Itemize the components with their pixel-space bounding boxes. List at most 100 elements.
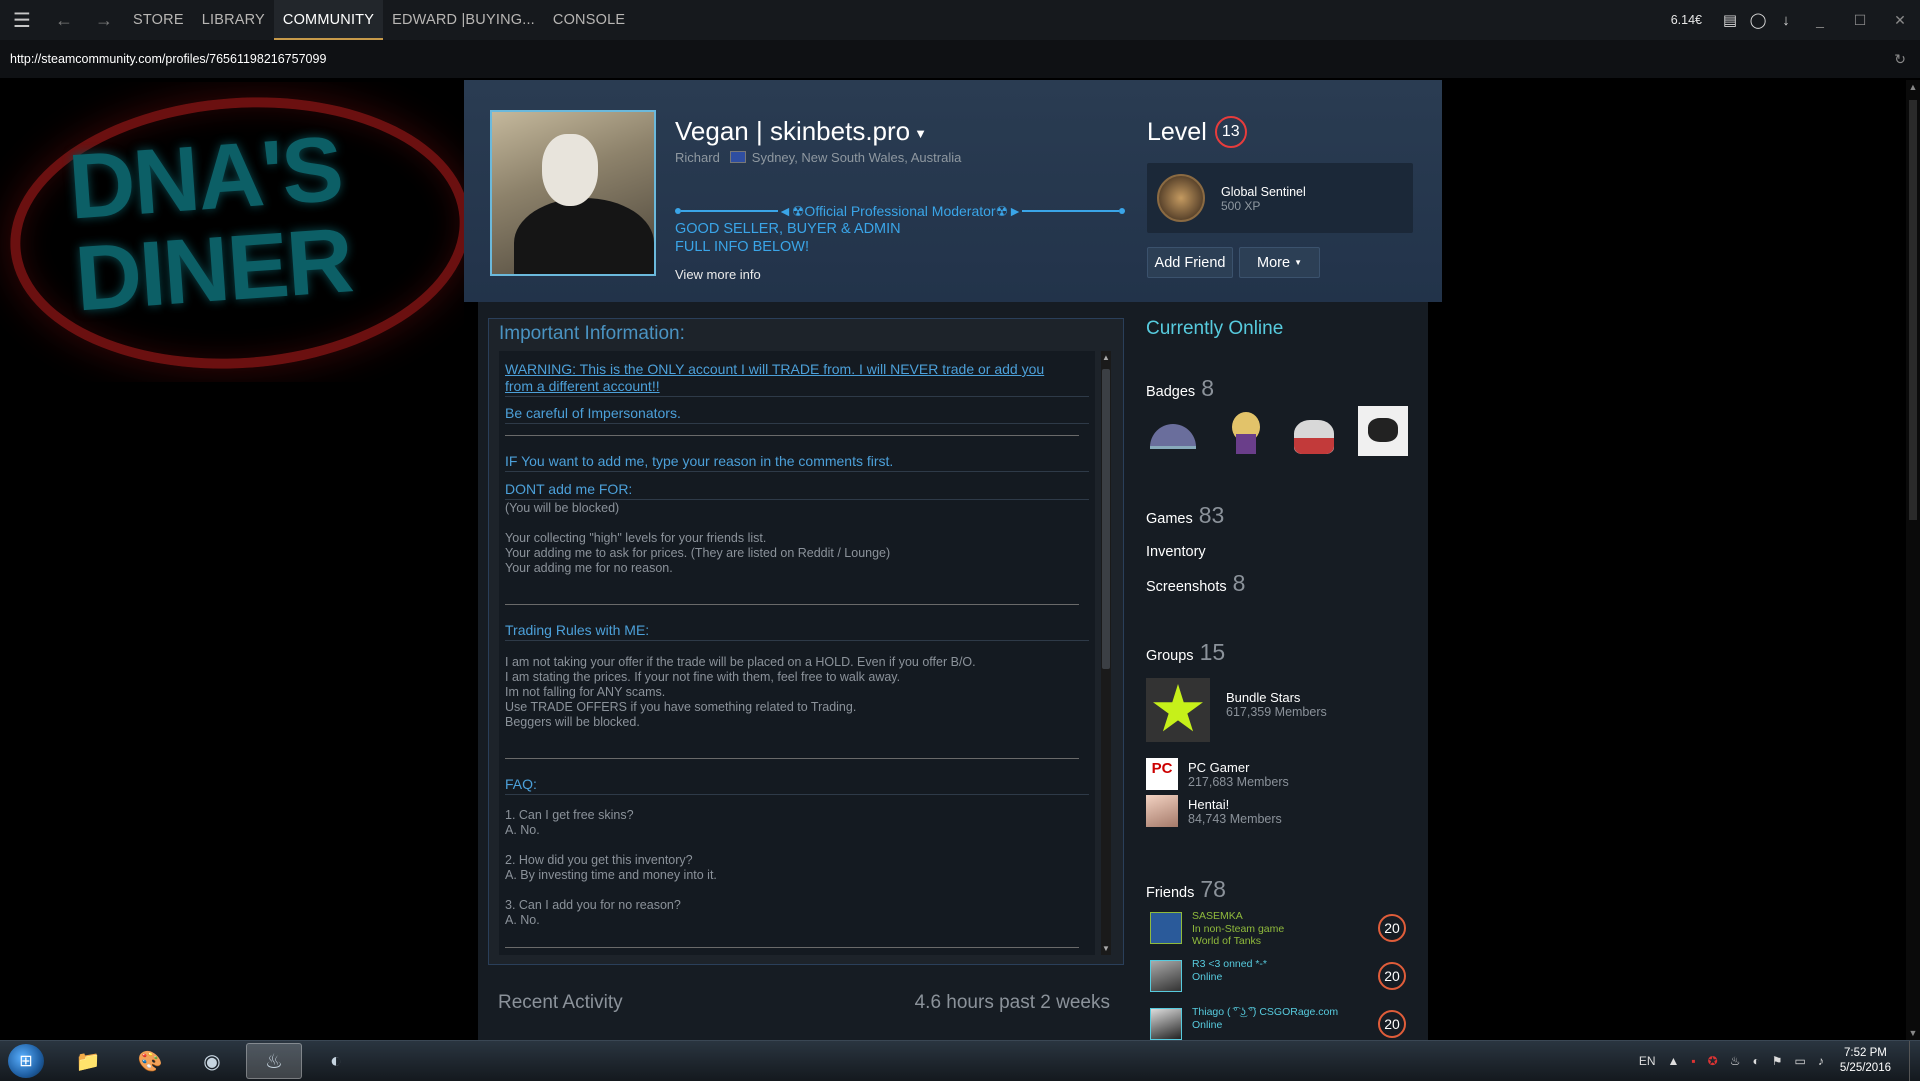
if-add-text: IF You want to add me, type your reason … [505,453,894,469]
top-nav-bar: ☰ ← → STORE LIBRARY COMMUNITY EDWARD |BU… [0,0,1920,40]
friend-item[interactable]: R3 <3 onned *-* Online 20 [1146,956,1416,996]
scroll-up-icon[interactable]: ▲ [1101,353,1111,362]
scroll-thumb[interactable] [1909,100,1917,520]
global-sentinel-badge-icon [1157,174,1205,222]
scroll-down-icon[interactable]: ▼ [1101,944,1111,953]
reload-icon[interactable]: ↻ [1894,51,1906,68]
file-explorer-icon[interactable]: 📁 [60,1043,116,1079]
download-icon[interactable]: ↓ [1772,12,1800,29]
page-scrollbar[interactable]: ▲ ▼ [1906,80,1920,1040]
divider [505,604,1079,605]
faq-question-1: 1. Can I get free skins? [505,808,634,822]
info-title: Important Information: [499,323,685,344]
dont-reason-3: Your adding me for no reason. [505,561,673,575]
tab-store[interactable]: STORE [124,0,193,40]
tab-library[interactable]: LIBRARY [193,0,274,40]
url-text[interactable]: http://steamcommunity.com/profiles/76561… [10,52,326,66]
badges-count: 8 [1201,375,1214,401]
add-friend-button[interactable]: Add Friend [1147,247,1233,278]
back-icon[interactable]: ← [44,10,84,31]
games-link[interactable]: Games 83 [1146,502,1224,529]
flag-icon [729,151,746,163]
groups-link[interactable]: Groups 15 [1146,639,1225,666]
hentai-group-icon [1146,795,1178,827]
chevron-down-icon[interactable]: ▼ [914,126,927,141]
friend-status: Online [1192,971,1223,983]
potion-badge-icon[interactable] [1288,406,1340,458]
tab-community[interactable]: COMMUNITY [273,0,384,40]
group-name: PC Gamer [1188,760,1250,775]
info-text-box[interactable]: WARNING: This is the ONLY account I will… [499,351,1095,955]
action-center-flag-icon[interactable]: ⚑ [1772,1054,1783,1068]
show-desktop-button[interactable] [1909,1041,1920,1081]
dome-badge-icon[interactable] [1146,406,1198,458]
rock-badge-icon[interactable] [1358,406,1408,456]
tray-app-icon[interactable]: ✪ [1708,1054,1718,1068]
dont-add-heading: DONT add me FOR: [505,481,633,497]
steam-icon[interactable]: ♨ [246,1043,302,1079]
scroll-thumb[interactable] [1102,369,1110,669]
friend-level: 20 [1378,1010,1406,1038]
faq-question-3: 3. Can I add you for no reason? [505,898,681,912]
network-icon[interactable]: ▭ [1794,1054,1805,1068]
featured-badge[interactable]: Global Sentinel 500 XP [1147,163,1413,233]
language-indicator[interactable]: EN [1639,1054,1656,1068]
tab-console[interactable]: CONSOLE [544,0,634,40]
character-badge-icon[interactable] [1220,406,1272,458]
level-label: Level [1147,117,1207,146]
view-more-info-link[interactable]: View more info [675,267,761,282]
badges-link[interactable]: Badges 8 [1146,375,1214,402]
wallet-balance[interactable]: 6.14€ [1671,13,1702,27]
moderator-text: ◄☢Official Professional Moderator☢► [778,203,1022,219]
warning-link-line-1[interactable]: WARNING: This is the ONLY account I will… [505,361,1044,377]
chat-icon[interactable]: ▤ [1716,11,1744,29]
group-item[interactable]: Hentai! 84,743 Members [1146,795,1416,827]
menu-icon[interactable]: ☰ [0,8,44,33]
volume-icon[interactable]: ♪ [1818,1054,1824,1068]
group-item[interactable]: Bundle Stars 617,359 Members [1146,678,1416,742]
profile-header: Vegan | skinbets.pro ▼ Richard Sydney, New… [464,80,1442,302]
divider [505,499,1089,500]
steam-tray-icon[interactable]: ♨ [1730,1054,1741,1068]
scroll-down-icon[interactable]: ▼ [1906,1028,1920,1038]
warning-link-line-2[interactable]: from a different account!! [505,378,660,394]
start-button-icon[interactable]: ⊞ [8,1044,44,1078]
friend-item[interactable]: SASEMKA In non-Steam game World of Tanks… [1146,908,1416,948]
faq-answer-2: A. By investing time and money into it. [505,868,717,882]
friend-item[interactable]: Thiago ( ͡° ͜ʖ ͡°) CSGORage.com Online 2… [1146,1004,1416,1044]
faq-heading: FAQ: [505,776,537,792]
friend-game: World of Tanks [1192,935,1262,947]
persona-name[interactable]: Vegan | skinbets.pro ▼ [675,116,927,147]
online-status: Currently Online [1146,318,1284,339]
trading-rule-3: Im not falling for ANY scams. [505,685,666,699]
tray-app-icon[interactable]: ▪ [1691,1054,1695,1068]
tab-profile[interactable]: EDWARD |BUYING... [383,0,544,40]
friend-level: 20 [1378,914,1406,942]
friends-icon[interactable]: ◯ [1744,11,1772,29]
paint-icon[interactable]: 🎨 [122,1043,178,1079]
tray-app-icon[interactable]: ◐ [1752,1054,1759,1068]
friend-status: Online [1192,1019,1223,1031]
clock[interactable]: 7:52 PM 5/25/2016 [1840,1046,1891,1076]
steam-chat-icon[interactable]: ◐ [308,1043,364,1079]
inventory-link[interactable]: Inventory [1146,544,1206,560]
trading-rules-heading: Trading Rules with ME: [505,622,650,638]
avatar[interactable] [490,110,656,276]
friends-label: Friends [1146,885,1195,901]
close-icon[interactable]: ✕ [1880,12,1920,29]
maximize-icon[interactable]: ☐ [1840,12,1880,29]
more-button[interactable]: More ▼ [1239,247,1320,278]
windows-taskbar: ⊞ 📁 🎨 ◉ ♨ ◐ EN ▲ ▪ ✪ ♨ ◐ ⚑ ▭ ♪ 7:52 PM 5… [0,1040,1920,1081]
chrome-icon[interactable]: ◉ [184,1043,240,1079]
screenshots-link[interactable]: Screenshots 8 [1146,570,1245,597]
location: Sydney, New South Wales, Australia [751,150,962,165]
scroll-up-icon[interactable]: ▲ [1906,82,1920,92]
divider [505,396,1089,397]
info-scrollbar[interactable]: ▲ ▼ [1101,351,1111,955]
group-item[interactable]: PC PC Gamer 217,683 Members [1146,758,1416,790]
divider [505,471,1089,472]
forward-icon[interactable]: → [84,10,124,31]
minimize-icon[interactable]: _ [1800,12,1840,28]
tray-expand-icon[interactable]: ▲ [1667,1054,1679,1068]
friends-link[interactable]: Friends 78 [1146,876,1226,903]
